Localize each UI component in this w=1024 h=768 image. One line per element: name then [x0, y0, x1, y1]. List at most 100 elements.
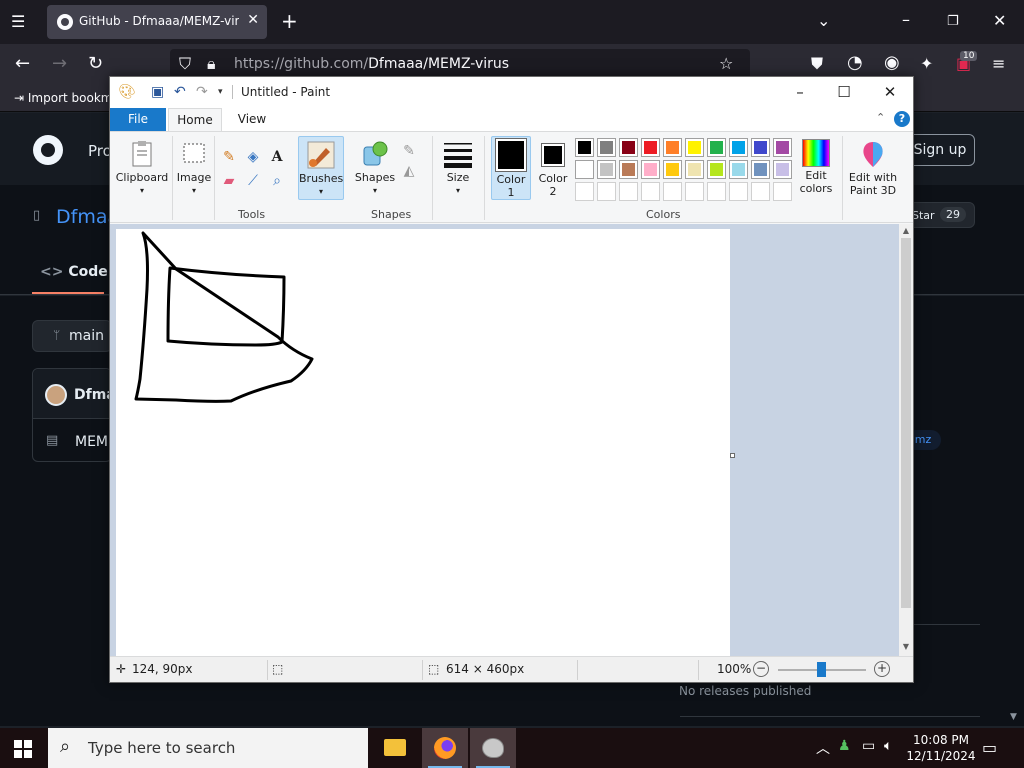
lock-icon[interactable]: 🔒︎: [207, 56, 216, 72]
bookmark-star-icon[interactable]: ☆: [719, 56, 733, 72]
eraser-icon[interactable]: ▰: [220, 172, 238, 190]
page-scroll-down-icon[interactable]: ▼: [1010, 712, 1017, 722]
network-icon[interactable]: ▭: [862, 738, 875, 754]
paint-app-icon[interactable]: 🎨︎: [118, 84, 136, 100]
color-swatch[interactable]: [773, 160, 792, 179]
color-picker-icon[interactable]: ⟋: [244, 172, 262, 190]
custom-color-slot[interactable]: [575, 182, 594, 201]
code-tab[interactable]: <> Code: [40, 264, 108, 280]
fill-bucket-icon[interactable]: ◈: [244, 148, 262, 166]
magnifier-icon[interactable]: ⌕: [268, 172, 286, 190]
back-arrow-icon[interactable]: ←: [15, 55, 30, 73]
color-swatch[interactable]: [641, 160, 660, 179]
outline-icon[interactable]: ✎: [400, 142, 418, 160]
custom-color-slot[interactable]: [663, 182, 682, 201]
taskbar-search-input[interactable]: ⌕ Type here to search: [48, 728, 368, 768]
paint-taskbar-button[interactable]: [470, 728, 516, 768]
tab-overview-icon[interactable]: ☰: [11, 14, 25, 30]
pocket-icon[interactable]: ⛊: [811, 56, 823, 72]
text-icon[interactable]: A: [268, 148, 286, 166]
reload-icon[interactable]: ↻: [88, 55, 103, 73]
new-tab-icon[interactable]: +: [281, 11, 298, 31]
vertical-scrollbar[interactable]: ▲ ▼: [899, 224, 913, 656]
image-button[interactable]: Image ▾: [176, 136, 212, 200]
extensions-icon[interactable]: ✦: [920, 56, 933, 72]
close-tab-icon[interactable]: ✕: [247, 12, 259, 28]
file-explorer-taskbar-button[interactable]: [372, 728, 418, 768]
custom-color-slot[interactable]: [751, 182, 770, 201]
color-swatch[interactable]: [751, 160, 770, 179]
edit-colors-button[interactable]: Edit colors: [796, 136, 836, 200]
tab-file[interactable]: File: [110, 108, 166, 131]
drawing-canvas[interactable]: [116, 229, 730, 656]
taskbar-clock[interactable]: 10:08 PM 12/11/2024: [906, 732, 976, 764]
tab-view[interactable]: View: [230, 108, 274, 131]
edit-with-paint3d-button[interactable]: Edit with Paint 3D: [846, 136, 900, 200]
color-swatch[interactable]: [663, 138, 682, 157]
people-icon[interactable]: ♟: [838, 738, 851, 754]
color-swatch[interactable]: [751, 138, 770, 157]
restore-browser-icon[interactable]: ❐: [947, 14, 959, 30]
custom-color-slot[interactable]: [597, 182, 616, 201]
import-bookmarks-link[interactable]: ⇥ Import bookm: [14, 91, 112, 105]
shape-fill-icon[interactable]: ◭: [400, 162, 418, 180]
maximize-icon[interactable]: ☐: [834, 82, 854, 102]
minimize-browser-icon[interactable]: –: [902, 12, 910, 28]
tab-home[interactable]: Home: [168, 108, 222, 131]
save-icon[interactable]: ▣: [151, 84, 164, 100]
color-swatch[interactable]: [619, 138, 638, 157]
pencil-icon[interactable]: ✎: [220, 148, 238, 166]
zoom-slider-thumb[interactable]: [817, 662, 826, 677]
brushes-button[interactable]: Brushes ▾: [298, 136, 344, 200]
custom-color-slot[interactable]: [641, 182, 660, 201]
custom-color-slot[interactable]: [773, 182, 792, 201]
color-swatch[interactable]: [597, 160, 616, 179]
sign-up-button[interactable]: Sign up: [905, 134, 975, 166]
resize-handle-right[interactable]: [730, 453, 735, 458]
scroll-up-icon[interactable]: ▲: [899, 224, 913, 238]
tracking-shield-icon[interactable]: ⛉: [179, 56, 191, 72]
volume-icon[interactable]: 🔈︎: [884, 738, 892, 754]
color-swatch[interactable]: [641, 138, 660, 157]
close-icon[interactable]: ✕: [880, 82, 900, 102]
help-icon[interactable]: ?: [894, 111, 910, 127]
color-swatch[interactable]: [729, 138, 748, 157]
undo-icon[interactable]: ↶: [174, 84, 186, 100]
color-swatch[interactable]: [575, 160, 594, 179]
color-swatch[interactable]: [685, 160, 704, 179]
custom-color-slot[interactable]: [707, 182, 726, 201]
paint-title-bar[interactable]: 🎨︎ ▣ ↶ ↷ ▾ Untitled - Paint – ☐ ✕: [110, 77, 913, 107]
color-swatch[interactable]: [707, 138, 726, 157]
vpn-icon[interactable]: ◔: [847, 54, 863, 72]
list-tabs-chevron-icon[interactable]: ⌄: [817, 13, 830, 29]
zoom-in-button[interactable]: +: [874, 661, 890, 677]
github-logo-icon[interactable]: [33, 135, 63, 165]
color1-button[interactable]: Color 1: [491, 136, 531, 200]
color-swatch[interactable]: [575, 138, 594, 157]
customize-quick-access-icon[interactable]: ▾: [218, 84, 223, 100]
color-swatch[interactable]: [619, 160, 638, 179]
custom-color-slot[interactable]: [685, 182, 704, 201]
shapes-button[interactable]: Shapes ▾: [354, 136, 396, 200]
forward-arrow-icon[interactable]: →: [52, 55, 67, 73]
zoom-out-button[interactable]: −: [753, 661, 769, 677]
firefox-taskbar-button[interactable]: [422, 728, 468, 768]
clipboard-button[interactable]: Clipboard ▾: [114, 136, 170, 200]
custom-color-slot[interactable]: [729, 182, 748, 201]
color-swatch[interactable]: [663, 160, 682, 179]
url-bar[interactable]: ⛉ 🔒︎ https://github.com/Dfmaaa/MEMZ-viru…: [170, 49, 750, 79]
collapse-ribbon-icon[interactable]: ⌃: [876, 111, 885, 124]
color-swatch[interactable]: [597, 138, 616, 157]
show-hidden-icons-chevron-icon[interactable]: ︿: [816, 738, 830, 758]
notifications-icon[interactable]: ▭: [982, 738, 997, 757]
account-icon[interactable]: ◉: [884, 54, 900, 72]
windows-start-icon[interactable]: [14, 740, 32, 758]
menu-hamburger-icon[interactable]: ≡: [992, 56, 1005, 72]
color-swatch[interactable]: [773, 138, 792, 157]
color-swatch[interactable]: [707, 160, 726, 179]
custom-color-slot[interactable]: [619, 182, 638, 201]
star-button[interactable]: Star 29: [905, 202, 975, 228]
close-browser-icon[interactable]: ✕: [993, 13, 1006, 29]
color2-button[interactable]: Color 2: [536, 136, 570, 200]
scroll-thumb[interactable]: [901, 238, 911, 608]
